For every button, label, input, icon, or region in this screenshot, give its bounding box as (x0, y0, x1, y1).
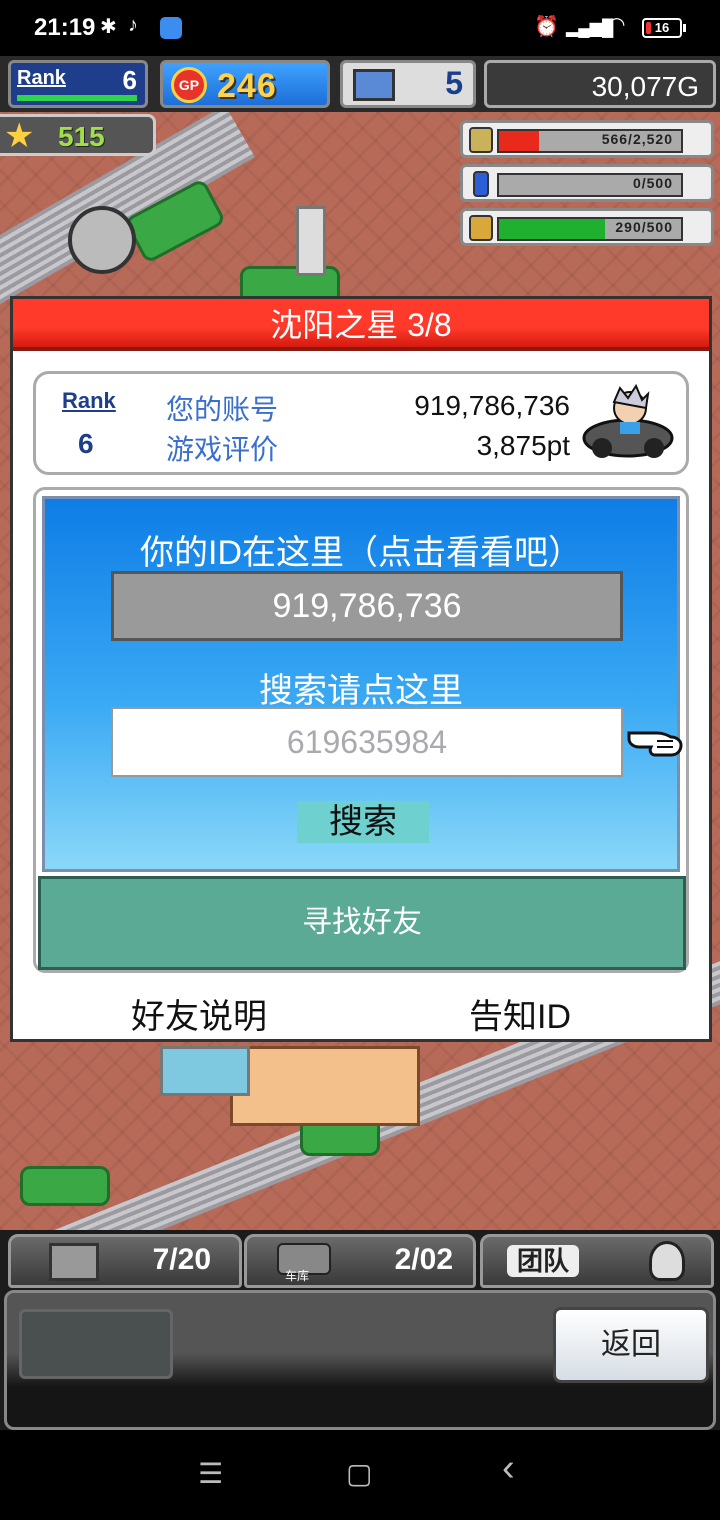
id-caption: 你的ID在这里（点击看看吧） (140, 534, 582, 572)
garage-count: 2/02 (394, 1243, 453, 1276)
tiktok-icon: ♪ (128, 14, 138, 36)
computer-counter[interactable]: 5 (340, 60, 476, 108)
friend-help-link[interactable]: 好友说明 (131, 989, 267, 1038)
rating-value: 3,875pt (476, 430, 570, 461)
resource-gauge-wheat: 290/500 (460, 208, 714, 246)
home-icon[interactable]: ▢ (346, 1458, 372, 1490)
resource-fill (499, 131, 540, 151)
tab-garage[interactable]: 车库 2/02 (244, 1234, 476, 1288)
star-counter[interactable]: ★ 515 (0, 114, 156, 156)
bottom-panel: 7/20 车库 2/02 团队 返回 (0, 1230, 720, 1430)
rating-label: 游戏评价 (166, 434, 279, 465)
gold-counter: 30,077G (484, 60, 716, 108)
crate-icon (49, 1243, 99, 1281)
resource-gauge-coins: 566/2,520 (460, 120, 714, 158)
alarm-icon: ⏰ (534, 16, 559, 38)
character-face-icon (649, 1241, 685, 1281)
search-panel: 你的ID在这里（点击看看吧） 919,786,736 搜索请点这里 619635… (33, 487, 689, 973)
status-bar: 21:19 ✱ ♪ ⏰ ▂▄▆█ ◠ 16 (0, 0, 720, 56)
rank-label: Rank (17, 67, 66, 89)
friend-id-input[interactable]: 619635984 (111, 707, 623, 777)
rank-value: 6 (122, 65, 137, 95)
bluetooth-icon: ✱ (100, 16, 117, 38)
gp-counter[interactable]: GP 246 (160, 60, 330, 108)
share-id-link[interactable]: 告知ID (469, 989, 571, 1038)
wall (296, 206, 326, 276)
clock: 21:19 (34, 14, 96, 41)
garage-label: 车库 (285, 1269, 310, 1283)
computer-icon (353, 69, 395, 101)
search-button[interactable]: 搜索 (297, 801, 429, 843)
friend-dialog: 沈阳之星 3/8 Rank 6 您的账号 游戏评价 919,786,736 3,… (10, 296, 712, 1042)
pointing-hand-icon (627, 731, 683, 757)
battery-level: 16 (654, 20, 670, 35)
vip-icon[interactable] (68, 206, 136, 274)
star-icon: ★ (4, 117, 35, 155)
menu-icon[interactable]: ☰ (198, 1458, 223, 1490)
building-window (160, 1046, 250, 1096)
computer-count: 5 (445, 65, 463, 101)
coin-stack-icon (469, 127, 493, 153)
storage-count: 7/20 (152, 1243, 211, 1276)
search-caption: 搜索请点这里 (259, 672, 463, 710)
bottle-icon (473, 171, 489, 197)
search-area: 你的ID在这里（点击看看吧） 919,786,736 搜索请点这里 619635… (42, 496, 683, 872)
rank-progress-bar (17, 95, 137, 101)
team-label: 团队 (507, 1245, 580, 1277)
resource-text: 290/500 (615, 219, 673, 235)
hedge (20, 1166, 110, 1206)
rank-label: Rank (62, 388, 116, 413)
account-id-label: 您的账号 (166, 394, 279, 425)
top-hud: Rank 6 GP 246 5 30,077G (0, 56, 720, 112)
find-friends-button[interactable]: 寻找好友 (38, 876, 686, 970)
wheat-icon (469, 215, 493, 241)
rank-indicator[interactable]: Rank 6 (8, 60, 148, 108)
dialog-title: 沈阳之星 3/8 (13, 299, 709, 351)
account-id-value: 919,786,736 (414, 390, 570, 421)
tab-storage[interactable]: 7/20 (8, 1234, 242, 1288)
resource-text: 0/500 (632, 175, 673, 191)
tab-team[interactable]: 团队 (480, 1234, 714, 1288)
rank-value: 6 (78, 428, 94, 459)
gp-coin-icon: GP (171, 67, 207, 103)
my-id-button[interactable]: 919,786,736 (111, 571, 623, 641)
building (230, 1046, 420, 1126)
signal-icon: ▂▄▆█ (566, 20, 614, 37)
gold-value: 30,077G (591, 71, 699, 102)
resource-gauge-bottle: 0/500 (460, 164, 714, 202)
back-button[interactable]: 返回 (553, 1307, 709, 1383)
gp-value: 246 (217, 67, 277, 105)
resource-fill (499, 219, 605, 239)
system-nav-bar: ☰ ▢ ‹ (0, 1430, 720, 1520)
account-card: Rank 6 您的账号 游戏评价 919,786,736 3,875pt (33, 371, 689, 475)
app-notification-icon (160, 17, 182, 39)
nav-back-icon[interactable]: ‹ (502, 1449, 515, 1487)
wifi-icon: ◠ (608, 14, 626, 36)
resource-text: 566/2,520 (601, 131, 673, 147)
avatar-car-icon (582, 383, 674, 458)
command-area: 返回 (4, 1290, 716, 1430)
empty-command-slot[interactable] (19, 1309, 173, 1379)
battery-icon: 16 (642, 18, 686, 38)
star-value: 515 (58, 121, 105, 152)
